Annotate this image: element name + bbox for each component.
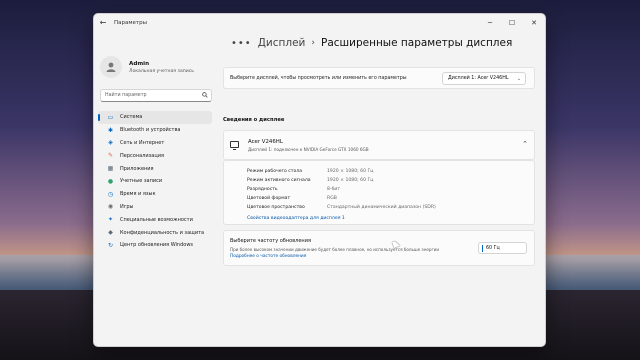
back-button[interactable]: ← xyxy=(94,14,112,31)
window-title: Параметры xyxy=(114,19,147,26)
minimize-button[interactable]: ─ xyxy=(479,14,501,31)
info-row: Разрядность 8-бит xyxy=(247,187,340,192)
info-key: Разрядность xyxy=(247,187,278,192)
sidebar-item-gaming[interactable]: ◉ Игры xyxy=(98,201,212,214)
bluetooth-icon: ✱ xyxy=(107,126,114,134)
sidebar-item-time-language[interactable]: ◷ Время и язык xyxy=(98,188,212,201)
section-title: Сведения о дисплее xyxy=(223,117,285,123)
chevron-up-icon[interactable]: ⌃ xyxy=(522,140,528,148)
sidebar-item-label: Специальные возможности xyxy=(120,216,193,223)
system-icon: ▭ xyxy=(107,113,114,121)
gaming-icon: ◉ xyxy=(107,203,114,211)
info-value: 1920 × 1080; 60 Гц xyxy=(327,178,374,183)
search-box[interactable]: Найти параметр xyxy=(100,89,212,102)
title-bar: ← Параметры ─ ☐ ✕ xyxy=(94,14,545,31)
update-icon: ↻ xyxy=(107,241,114,249)
page-title: Расширенные параметры дисплея xyxy=(320,37,513,49)
user-name: Admin xyxy=(129,60,150,67)
sidebar-item-accounts[interactable]: ● Учетные записи xyxy=(98,175,212,188)
info-value: Стандартный динамический диапазон (SDR) xyxy=(327,205,436,210)
refresh-rate-title: Выберите частоту обновления xyxy=(230,238,311,244)
monitor-name: Acer V246HL xyxy=(248,139,283,145)
info-key: Режим активного сигнала xyxy=(247,178,311,183)
sidebar-item-label: Сеть и Интернет xyxy=(120,139,165,146)
breadcrumb-display[interactable]: Дисплей xyxy=(258,37,306,49)
focus-indicator xyxy=(482,244,483,252)
chevron-down-icon: ⌄ xyxy=(516,75,522,82)
sidebar-item-label: Система xyxy=(120,114,143,121)
time-language-icon: ◷ xyxy=(107,190,114,198)
sidebar-item-label: Конфиденциальность и защита xyxy=(120,229,205,236)
refresh-rate-card: Выберите частоту обновления При более вы… xyxy=(223,230,535,266)
sidebar-item-system[interactable]: ▭ Система xyxy=(98,111,212,124)
sidebar-item-label: Время и язык xyxy=(120,191,156,198)
sidebar-item-label: Bluetooth и устройства xyxy=(120,127,181,134)
settings-window: ← Параметры ─ ☐ ✕ Admin Локальная учетна… xyxy=(93,13,546,347)
info-value: 1920 × 1080; 60 Гц xyxy=(327,169,374,174)
info-key: Цветовое пространство xyxy=(247,205,305,210)
info-row: Режим активного сигнала 1920 × 1080; 60 … xyxy=(247,178,373,183)
sidebar-item-shield[interactable]: ◆ Конфиденциальность и защита xyxy=(98,226,212,239)
sidebar-item-update[interactable]: ↻ Центр обновления Windows xyxy=(98,239,212,252)
window-controls: ─ ☐ ✕ xyxy=(479,14,545,31)
sidebar-item-label: Учетные записи xyxy=(120,178,163,185)
refresh-rate-value: 60 Гц xyxy=(486,245,500,251)
info-key: Цветовой формат xyxy=(247,196,291,201)
monitor-connection: Дисплей 1: подключен к NVIDIA GeForce GT… xyxy=(248,147,369,152)
display-dropdown[interactable]: Дисплей 1: Acer V246HL ⌄ xyxy=(442,72,526,85)
network-icon: ◈ xyxy=(108,139,113,147)
sidebar-nav: ▭ Система ✱ Bluetooth и устройства ◈ Сеть и И… xyxy=(98,111,212,252)
breadcrumb-overflow-button[interactable]: ••• xyxy=(231,38,252,49)
apps-icon: ▦ xyxy=(107,165,114,173)
sidebar-item-label: Центр обновления Windows xyxy=(120,242,194,249)
sidebar-item-label: Игры xyxy=(120,203,134,210)
info-row: Цветовое пространство Стандартный динами… xyxy=(247,205,436,210)
search-icon[interactable] xyxy=(199,91,211,100)
display-select-label: Выберите дисплей, чтобы просмотреть или … xyxy=(230,76,407,81)
display-info-panel: Режим рабочего стола 1920 × 1080; 60 Гц … xyxy=(223,160,535,225)
info-value: RGB xyxy=(327,196,337,201)
display-dropdown-value: Дисплей 1: Acer V246HL xyxy=(448,76,509,81)
sidebar-item-label: Персонализация xyxy=(120,152,164,159)
sidebar-item-accessibility[interactable]: ✦ Специальные возможности xyxy=(98,213,212,226)
user-icon xyxy=(106,62,116,72)
display-select-card: Выберите дисплей, чтобы просмотреть или … xyxy=(223,67,535,89)
main-content: ••• Дисплей › Расширенные параметры дисп… xyxy=(223,31,545,346)
info-key: Режим рабочего стола xyxy=(247,169,303,174)
sidebar-item-bluetooth[interactable]: ✱ Bluetooth и устройства xyxy=(98,124,212,137)
info-value: 8-бит xyxy=(327,187,341,192)
refresh-rate-description: При более высоком значении движение буде… xyxy=(230,247,439,252)
monitor-icon xyxy=(230,141,239,150)
sidebar: Admin Локальная учетная запись Найти пар… xyxy=(94,31,214,346)
monitor-header[interactable]: Acer V246HL Дисплей 1: подключен к NVIDI… xyxy=(223,130,535,160)
sidebar-item-brush[interactable]: ✎ Персонализация xyxy=(98,149,212,162)
maximize-button[interactable]: ☐ xyxy=(501,14,523,31)
avatar xyxy=(100,56,122,78)
user-profile[interactable]: Admin Локальная учетная запись xyxy=(100,56,194,78)
search-input[interactable]: Найти параметр xyxy=(105,93,199,98)
sidebar-item-apps[interactable]: ▦ Приложения xyxy=(98,162,212,175)
account-type: Локальная учетная запись xyxy=(129,68,194,74)
close-button[interactable]: ✕ xyxy=(523,14,545,31)
accounts-icon: ● xyxy=(107,177,114,185)
breadcrumb: ••• Дисплей › Расширенные параметры дисп… xyxy=(231,37,512,49)
sidebar-item-label: Приложения xyxy=(120,165,154,172)
refresh-rate-learn-more-link[interactable]: Подробнее о частоте обновления xyxy=(230,254,306,259)
shield-icon: ◆ xyxy=(108,229,113,237)
sidebar-item-network[interactable]: ◈ Сеть и Интернет xyxy=(98,137,212,150)
info-row: Режим рабочего стола 1920 × 1080; 60 Гц xyxy=(247,169,373,174)
adapter-properties-link[interactable]: Свойства видеоадаптера для дисплея 1 xyxy=(247,216,345,221)
accessibility-icon: ✦ xyxy=(107,216,114,224)
info-row: Цветовой формат RGB xyxy=(247,196,337,201)
breadcrumb-separator: › xyxy=(311,38,315,48)
refresh-rate-dropdown[interactable]: 60 Гц xyxy=(478,242,527,254)
brush-icon: ✎ xyxy=(107,152,114,160)
